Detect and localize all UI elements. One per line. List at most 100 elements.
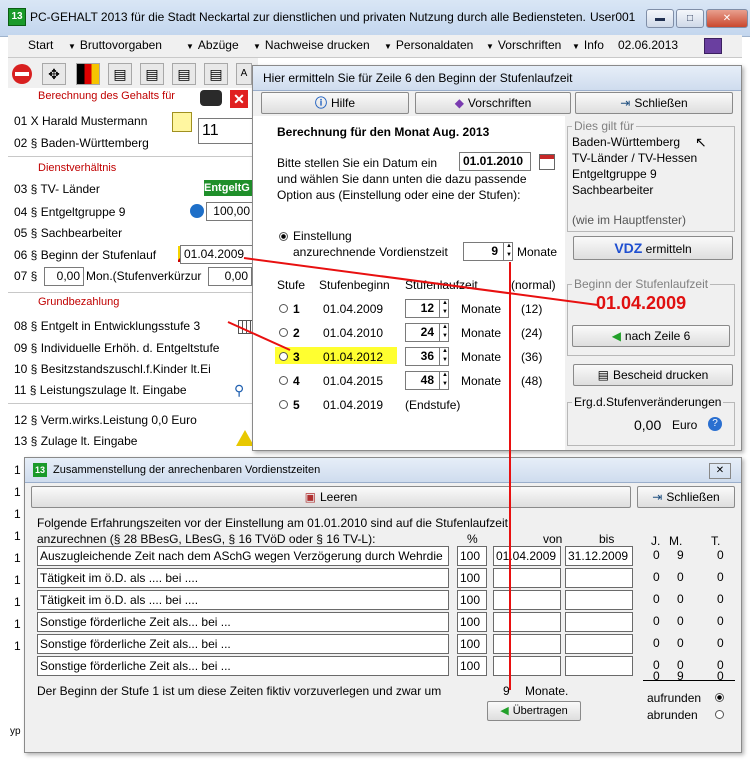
nach-zeile-button[interactable]: ◀ nach Zeile 6: [572, 325, 730, 347]
vdz-unit: Monate: [517, 245, 558, 259]
vdz-row-t: 0: [717, 636, 724, 650]
menu-personaldaten[interactable]: ▼ Personaldaten: [384, 38, 473, 52]
row-04-entgeltgruppe[interactable]: 04 § Entgeltgruppe 9: [14, 205, 125, 219]
row-02-land[interactable]: 02 § Baden-Württemberg: [14, 136, 149, 150]
move-icon[interactable]: ✥: [42, 63, 66, 85]
vdz-row-label[interactable]: Sonstige förderliche Zeit als... bei ...: [37, 656, 449, 676]
vdz-row-von[interactable]: [493, 612, 561, 632]
close-dialog-button[interactable]: ⇥ Schließen: [575, 92, 733, 114]
vdz-row-bis[interactable]: [565, 568, 633, 588]
calendar-icon[interactable]: [539, 154, 555, 170]
vdz-spinner[interactable]: ▲ ▼: [503, 242, 514, 261]
stufe-date: 01.04.2012: [323, 350, 384, 364]
stufe-radio-5[interactable]: [279, 400, 288, 409]
menu-nachweise[interactable]: ▼ Nachweise drucken: [253, 38, 370, 52]
row-09-erhoehung[interactable]: 09 § Individuelle Erhöh. d. Entgeltstufe: [14, 341, 254, 355]
vdz-row-label[interactable]: Tätigkeit im ö.D. als .... bei ....: [37, 568, 449, 588]
entgelt-badge[interactable]: EntgeltG: [204, 180, 256, 196]
menu-abzuege[interactable]: ▼ Abzüge: [186, 38, 239, 52]
aufrunden-radio[interactable]: [715, 693, 724, 702]
printer-icon-4[interactable]: ▤: [204, 63, 228, 85]
stufe-spinner[interactable]: ▲ ▼: [439, 347, 450, 366]
row-01-name[interactable]: 01 X Harald Mustermann: [14, 114, 147, 128]
menu-vorschriften[interactable]: ▼ Vorschriften: [486, 38, 561, 52]
entgelt-percent-field[interactable]: 100,00: [206, 202, 254, 221]
stufe-spinner[interactable]: ▲ ▼: [439, 323, 450, 342]
leeren-button[interactable]: ▣ Leeren: [31, 486, 631, 508]
stufe-radio-3[interactable]: [279, 352, 288, 361]
stop-icon[interactable]: [12, 64, 32, 84]
flag-icon[interactable]: [76, 63, 100, 85]
vdz-ermitteln-button[interactable]: VDZ ermitteln: [573, 236, 733, 260]
vdz-row-bis[interactable]: 31.12.2009: [565, 546, 633, 566]
vdz-row-pct[interactable]: 100: [457, 612, 487, 632]
vdz-row-label[interactable]: Tätigkeit im ö.D. als .... bei ....: [37, 590, 449, 610]
close-icon[interactable]: ✕: [709, 463, 731, 479]
abrunden-radio[interactable]: [715, 710, 724, 719]
binoculars-icon[interactable]: [200, 90, 222, 106]
close-dialog2-button[interactable]: ⇥ Schließen: [637, 486, 735, 508]
mon-field-2[interactable]: 0,00: [208, 267, 252, 286]
vdz-row-bis[interactable]: [565, 590, 633, 610]
vdz-row-t: 0: [717, 570, 724, 584]
stufenlauf-date-field[interactable]: 01.04.2009: [180, 245, 254, 264]
row-12-vermwirks[interactable]: 12 § Verm.wirks.Leistung 0,0 Euro: [14, 413, 197, 427]
stufe-spinner[interactable]: ▲ ▼: [439, 371, 450, 390]
vorschriften-button[interactable]: ◆ Vorschriften: [415, 92, 571, 114]
row-06-stufenlauf[interactable]: 06 § Beginn der Stufenlauf: [14, 248, 156, 262]
menu-start[interactable]: Start: [28, 38, 53, 52]
vdz-row-bis[interactable]: [565, 656, 633, 676]
vdz-row-pct[interactable]: 100: [457, 568, 487, 588]
row-08-entgelt[interactable]: 08 § Entgelt in Entwicklungsstufe 3: [14, 319, 200, 333]
bescheid-drucken-button[interactable]: ▤ Bescheid drucken: [573, 364, 733, 386]
info-icon[interactable]: [190, 204, 204, 218]
uebertragen-button[interactable]: ◀ Übertragen: [487, 701, 581, 721]
stufe-radio-1[interactable]: [279, 304, 288, 313]
stufe-radio-2[interactable]: [279, 328, 288, 337]
info-icon: ⓘ: [314, 96, 327, 110]
folder-icon[interactable]: [172, 112, 192, 132]
vdz-row-label[interactable]: Sonstige förderliche Zeit als... bei ...: [37, 612, 449, 632]
maximize-button[interactable]: □: [676, 9, 704, 28]
vdz-row-pct[interactable]: 100: [457, 546, 487, 566]
row-05-taetigkeit[interactable]: 05 § Sachbearbeiter: [14, 226, 122, 240]
vdz-row-bis[interactable]: [565, 634, 633, 654]
text-icon[interactable]: A: [236, 63, 252, 85]
vdz-row-bis[interactable]: [565, 612, 633, 632]
help-button[interactable]: ⓘ Hilfe: [261, 92, 409, 114]
magnifier-icon[interactable]: ⚲: [234, 382, 244, 399]
stufe-date: 01.04.2019: [323, 398, 384, 412]
vdz-row-label[interactable]: Sonstige förderliche Zeit als... bei ...: [37, 634, 449, 654]
vdz-row-von[interactable]: [493, 656, 561, 676]
menu-info[interactable]: ▼ Info: [572, 38, 604, 52]
printer-icon-3[interactable]: ▤: [172, 63, 196, 85]
einstellung-radio[interactable]: [279, 232, 288, 241]
vdz-row-pct[interactable]: 100: [457, 590, 487, 610]
row-13-zulage[interactable]: 13 § Zulage lt. Eingabe: [14, 434, 137, 448]
stufe-radio-4[interactable]: [279, 376, 288, 385]
vdz-row-von[interactable]: 01.04.2009: [493, 546, 561, 566]
vdz-row-label[interactable]: Auszugleichende Zeit nach dem ASchG wege…: [37, 546, 449, 566]
row-03-tarif[interactable]: 03 § TV- Länder: [14, 182, 100, 196]
help-icon[interactable]: ?: [708, 417, 722, 431]
stufe-spinner[interactable]: ▲ ▼: [439, 299, 450, 318]
close-button[interactable]: ✕: [706, 9, 748, 28]
mon-field[interactable]: 0,00: [44, 267, 84, 286]
vdz-row-pct[interactable]: 100: [457, 634, 487, 654]
date-input[interactable]: 01.01.2010: [459, 152, 531, 171]
vdz-row-von[interactable]: [493, 590, 561, 610]
count-field[interactable]: 11: [198, 118, 254, 144]
delete-icon[interactable]: ✕: [230, 90, 248, 108]
row-10-besitzstand[interactable]: 10 § Besitzstandszuschl.f.Kinder lt.Ei: [14, 362, 254, 376]
vdz-row-von[interactable]: [493, 568, 561, 588]
book-icon[interactable]: [704, 38, 722, 54]
vdz-row-j: 0: [653, 636, 660, 650]
menu-bruttovorgaben[interactable]: ▼ Bruttovorgaben: [68, 38, 162, 52]
printer-icon[interactable]: ▤: [108, 63, 132, 85]
minimize-button[interactable]: ▬: [646, 9, 674, 28]
vdz-row-pct[interactable]: 100: [457, 656, 487, 676]
partial-bottom: yp: [10, 726, 21, 737]
vdz-row-von[interactable]: [493, 634, 561, 654]
printer-icon-2[interactable]: ▤: [140, 63, 164, 85]
row-11-leistungszulage[interactable]: 11 § Leistungszulage lt. Eingabe: [14, 383, 187, 397]
